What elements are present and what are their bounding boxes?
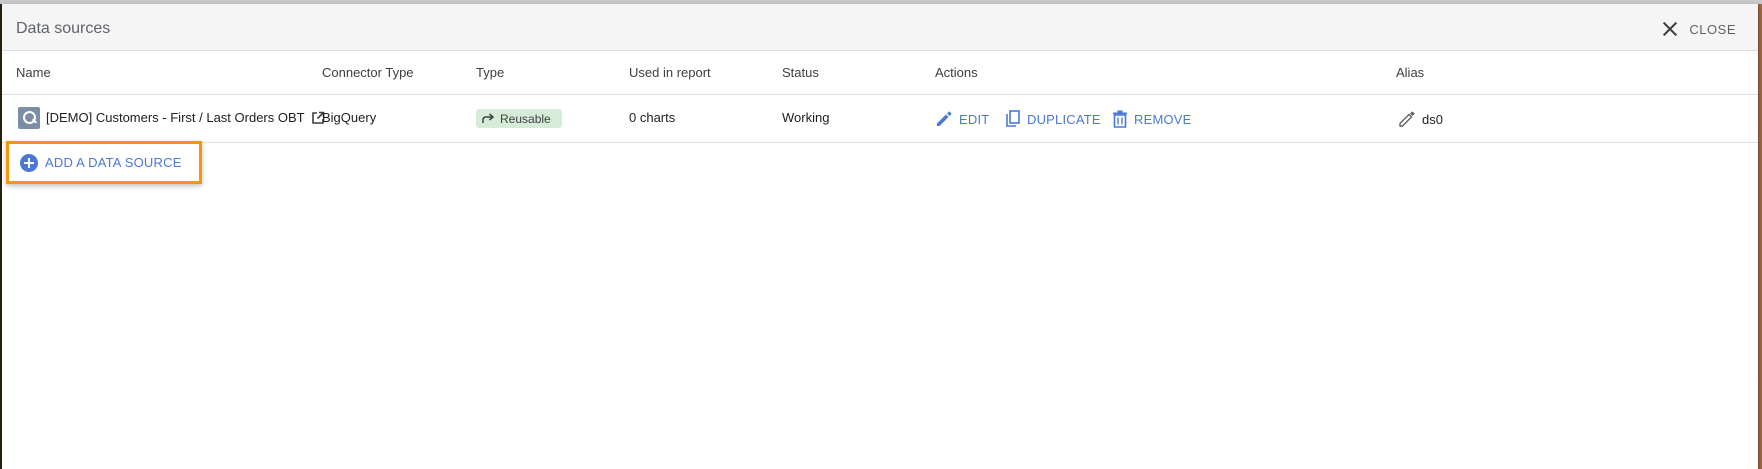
- pencil-icon: [937, 111, 952, 126]
- header-type[interactable]: Type: [476, 65, 504, 80]
- remove-label: REMOVE: [1134, 111, 1192, 127]
- data-source-name-cell[interactable]: [DEMO] Customers - First / Last Orders O…: [46, 110, 325, 125]
- close-label: CLOSE: [1689, 21, 1736, 37]
- used-in-report-cell: 0 charts: [629, 110, 676, 125]
- table-row: [DEMO] Customers - First / Last Orders O…: [2, 95, 1758, 143]
- remove-button[interactable]: REMOVE: [1112, 107, 1192, 131]
- close-button[interactable]: CLOSE: [1661, 18, 1736, 40]
- pencil-icon: [1399, 111, 1415, 127]
- alias-value: ds0: [1422, 111, 1443, 127]
- header-alias[interactable]: Alias: [1396, 65, 1424, 80]
- share-arrow-icon: [482, 113, 495, 123]
- trash-icon: [1113, 110, 1127, 128]
- data-sources-panel: Data sources CLOSE Name Connector Type T…: [2, 4, 1758, 469]
- connector-type-cell: BigQuery: [322, 110, 377, 125]
- data-source-name[interactable]: [DEMO] Customers - First / Last Orders O…: [46, 110, 305, 125]
- alias-edit-button[interactable]: ds0: [1398, 107, 1443, 131]
- add-data-source-label: ADD A DATA SOURCE: [45, 155, 182, 170]
- type-label: Reusable: [500, 111, 551, 126]
- duplicate-button[interactable]: DUPLICATE: [1005, 107, 1101, 131]
- table-header: Name Connector Type Type Used in report …: [2, 51, 1758, 95]
- add-data-source-button[interactable]: ADD A DATA SOURCE: [6, 141, 202, 184]
- duplicate-label: DUPLICATE: [1027, 111, 1101, 127]
- header-connector-type[interactable]: Connector Type: [322, 65, 414, 80]
- header-name[interactable]: Name: [16, 65, 51, 80]
- panel-title: Data sources: [16, 20, 111, 37]
- edit-label: EDIT: [959, 111, 990, 127]
- reusable-badge: Reusable: [476, 109, 562, 128]
- header-actions: Actions: [935, 65, 978, 80]
- panel-header: Data sources CLOSE: [2, 4, 1758, 51]
- data-source-icon: [18, 107, 40, 129]
- close-icon: [1661, 20, 1679, 38]
- plus-circle-icon: [20, 153, 38, 172]
- header-status[interactable]: Status: [782, 65, 819, 80]
- header-used-in-report[interactable]: Used in report: [629, 65, 711, 80]
- status-cell: Working: [782, 110, 830, 125]
- copy-icon: [1006, 110, 1020, 127]
- edit-button[interactable]: EDIT: [935, 107, 989, 131]
